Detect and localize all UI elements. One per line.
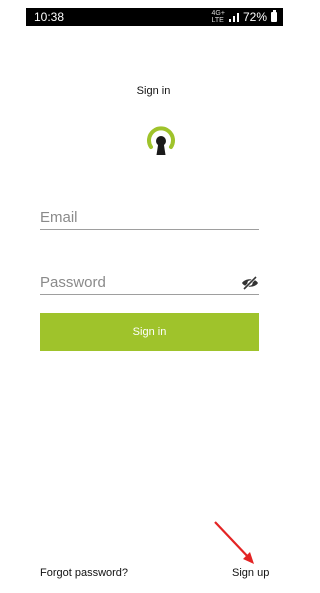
red-arrow-icon bbox=[214, 521, 254, 564]
password-field bbox=[40, 264, 259, 295]
sign-in-screen: 10:38 4G+ LTE 72% Sign in Email Sign in … bbox=[0, 0, 307, 593]
status-icons: 4G+ LTE 72% bbox=[212, 10, 277, 24]
status-bar: 10:38 4G+ LTE 72% bbox=[26, 8, 283, 26]
signal-icon bbox=[228, 13, 239, 22]
eye-off-icon[interactable] bbox=[241, 275, 259, 291]
email-field bbox=[40, 199, 259, 230]
forgot-password-link[interactable]: Forgot password? bbox=[40, 567, 128, 579]
page-title: Sign in bbox=[136, 85, 171, 97]
password-input[interactable] bbox=[40, 274, 240, 291]
email-input[interactable] bbox=[40, 209, 240, 226]
sign-up-link[interactable]: Sign up bbox=[232, 567, 269, 579]
keyhole-logo-icon bbox=[147, 126, 175, 155]
battery-percent: 72% bbox=[242, 10, 267, 24]
battery-icon bbox=[271, 10, 277, 22]
status-time: 10:38 bbox=[34, 10, 65, 24]
network-type: 4G+ LTE bbox=[211, 10, 225, 24]
sign-in-button[interactable]: Sign in bbox=[40, 313, 259, 351]
